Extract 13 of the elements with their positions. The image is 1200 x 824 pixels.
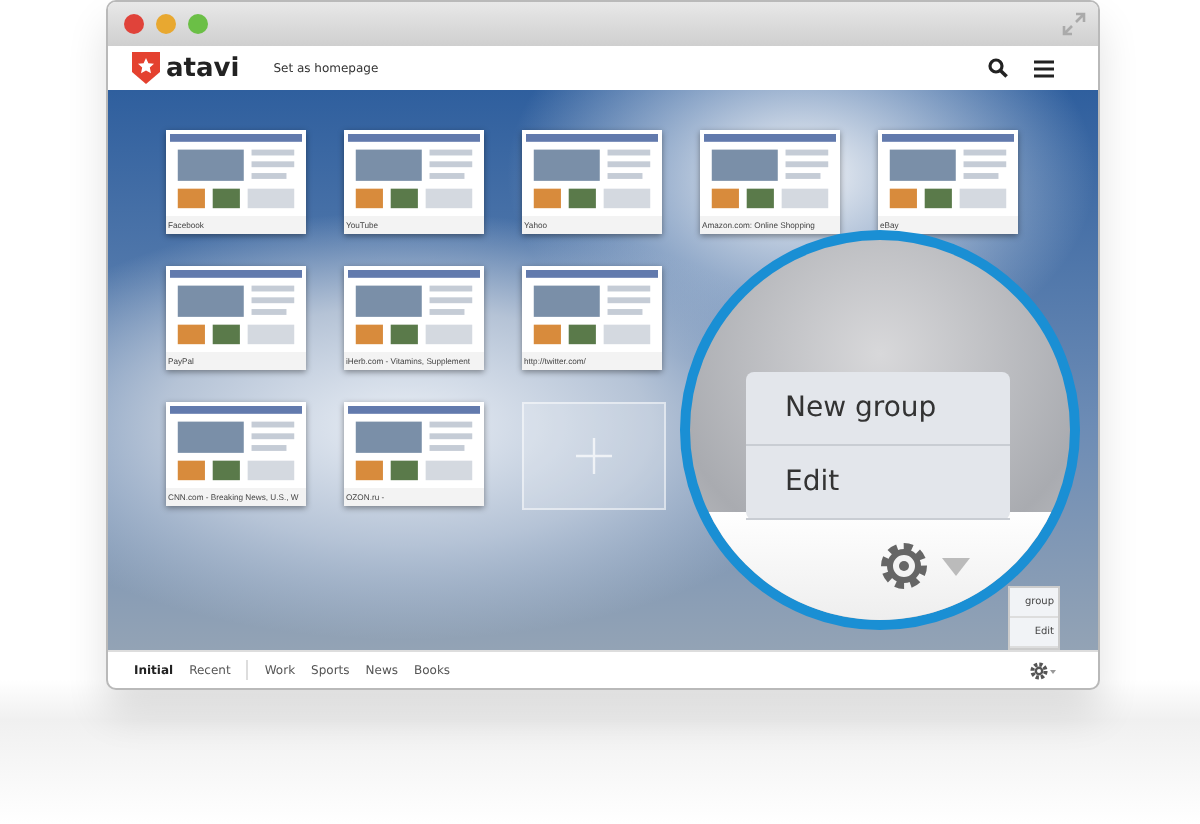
shield-star-icon <box>132 52 160 84</box>
search-icon[interactable] <box>988 58 1008 78</box>
zoom-button[interactable] <box>188 14 208 34</box>
add-tile[interactable] <box>522 402 666 510</box>
menu-item[interactable]: New group <box>745 372 1009 446</box>
close-button[interactable] <box>124 14 144 34</box>
fullscreen-icon[interactable] <box>1062 12 1086 36</box>
plus-icon <box>576 438 612 474</box>
logo-text: atavi <box>166 53 240 83</box>
gear-icon[interactable] <box>878 540 930 592</box>
caret-icon[interactable] <box>942 557 970 575</box>
gear-icon[interactable] <box>1030 661 1058 679</box>
menu-icon[interactable] <box>1034 59 1054 77</box>
